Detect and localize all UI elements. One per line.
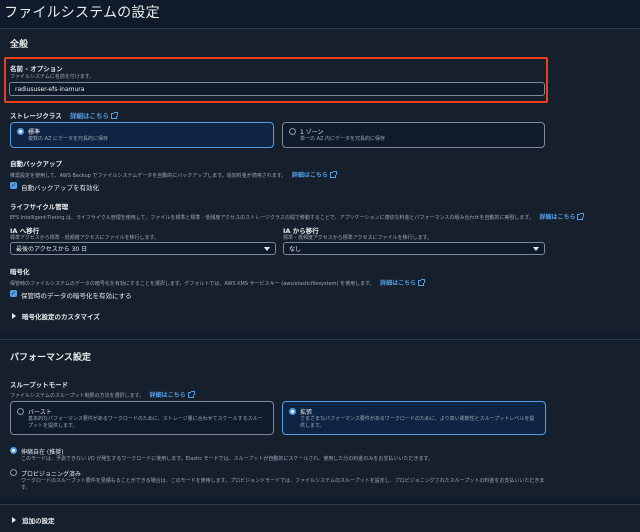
standard-radio[interactable] [17,128,24,135]
name-field-highlight [4,57,548,103]
external-link-icon [187,391,195,398]
storage-class-standard-tile[interactable]: 標準 複数の AZ にデータを冗長的に保存 [10,122,274,148]
burst-radio[interactable] [17,408,24,415]
additional-panel: 追加の設定 [0,504,640,532]
standard-title: 標準 [28,129,41,136]
lifecycle-label: ライフサイクル管理 [10,203,69,211]
backup-desc: 推奨設定を使用して、AWS Backup でファイルシステムデータを自動的にバッ… [10,170,337,179]
one-zone-radio[interactable] [289,128,296,135]
encryption-label: 暗号化 [10,268,30,276]
additional-settings-toggle[interactable]: 追加の設定 [12,515,55,525]
provisioned-title: プロビジョニング済み [21,471,82,478]
external-link-icon [329,171,337,178]
standard-desc: 複数の AZ にデータを冗長的に保存 [28,136,109,142]
burst-title: バースト [28,409,52,416]
name-desc: ファイルシステムに名前を付けます。 [10,74,95,80]
lifecycle-info-link[interactable]: 詳細はこちら [539,214,575,221]
throughput-desc: ファイルシステムのスループット制限の方法を選択します。 詳細はこちら [10,390,195,399]
enhanced-radio[interactable] [289,408,296,415]
external-link-icon [111,112,119,119]
performance-heading: パフォーマンス設定 [10,353,91,363]
page-title: ファイルシステムの設定 [4,5,160,21]
one-zone-desc: 単一の AZ 内にデータを冗長的に保存 [300,136,386,142]
enhanced-desc: さまざまなパフォーマンス要件があるワークロードのために、より高い柔軟性とスループ… [300,416,535,429]
burst-desc: 基本的なパフォーマンス要件があるワークロードのために、ストレージ量に合わせてスケ… [28,416,263,429]
caret-right-icon [12,517,16,523]
backup-label: 自動バックアップ [10,160,62,168]
name-input[interactable]: radiususer-efs-inamura [9,82,545,96]
encryption-customize-toggle[interactable]: 暗号化設定のカスタマイズ [12,311,100,321]
chevron-down-icon [264,246,270,251]
elastic-radio[interactable] [10,447,17,454]
general-heading: 全般 [10,40,29,50]
from-ia-select[interactable]: なし [283,242,545,255]
one-zone-title: 1 ゾーン [300,129,324,136]
encryption-info-link[interactable]: 詳細はこちら [380,280,416,287]
elastic-title: 伸縮自在 (推奨) [21,449,64,456]
encryption-desc: 保管時のファイルシステムのデータの暗号化を有効にすることを選択します。デフォルト… [10,278,426,287]
external-link-icon [577,213,585,220]
name-input-value: radiususer-efs-inamura [15,85,85,93]
to-ia-select-value: 最後のアクセスから 30 日 [16,246,88,253]
throughput-info-link[interactable]: 詳細はこちら [150,392,186,399]
provisioned-radio[interactable] [10,469,17,476]
to-ia-desc: 標準アクセスから標準 - 低頻度アクセスにファイルを移行します。 [10,235,159,241]
encryption-checkbox[interactable]: ✓ [10,290,17,297]
storage-class-label: ストレージクラス 詳細はこちら [10,110,119,120]
throughput-enhanced-tile[interactable]: 拡張 さまざまなパフォーマンス要件があるワークロードのために、より高い柔軟性とス… [282,401,546,435]
backup-checkbox[interactable]: ✓ [10,182,17,189]
encryption-checkbox-label: 保管時のデータの暗号化を有効にする [21,292,132,300]
throughput-burst-tile[interactable]: バースト 基本的なパフォーマンス要件があるワークロードのために、ストレージ量に合… [10,401,274,435]
provisioned-desc: ワークロードのスループット要件を見積もることができる場合は、このモードを使用しま… [21,478,545,491]
caret-right-icon [12,313,16,319]
from-ia-desc: 標準 - 低頻度アクセスから標準アクセスにファイルを移行します。 [283,235,432,241]
throughput-label: スループットモード [10,381,69,389]
lifecycle-desc: EFS Intelligent-Tiering は、ライフサイクル管理を使用して… [10,212,585,221]
enhanced-title: 拡張 [300,409,313,416]
storage-class-info-link[interactable]: 詳細はこちら [70,112,109,120]
to-ia-select[interactable]: 最後のアクセスから 30 日 [10,242,276,255]
from-ia-select-value: なし [289,246,302,253]
name-label: 名前 - オプション [10,65,63,73]
backup-info-link[interactable]: 詳細はこちら [292,172,328,179]
external-link-icon [418,279,426,286]
elastic-desc: このモードは、予測できない I/O が発生するワークロードに使用します。Elas… [21,456,433,462]
chevron-down-icon [533,246,539,251]
backup-checkbox-label: 自動バックアップを有効化 [21,184,99,192]
storage-class-one-zone-tile[interactable]: 1 ゾーン 単一の AZ 内にデータを冗長的に保存 [282,122,545,148]
